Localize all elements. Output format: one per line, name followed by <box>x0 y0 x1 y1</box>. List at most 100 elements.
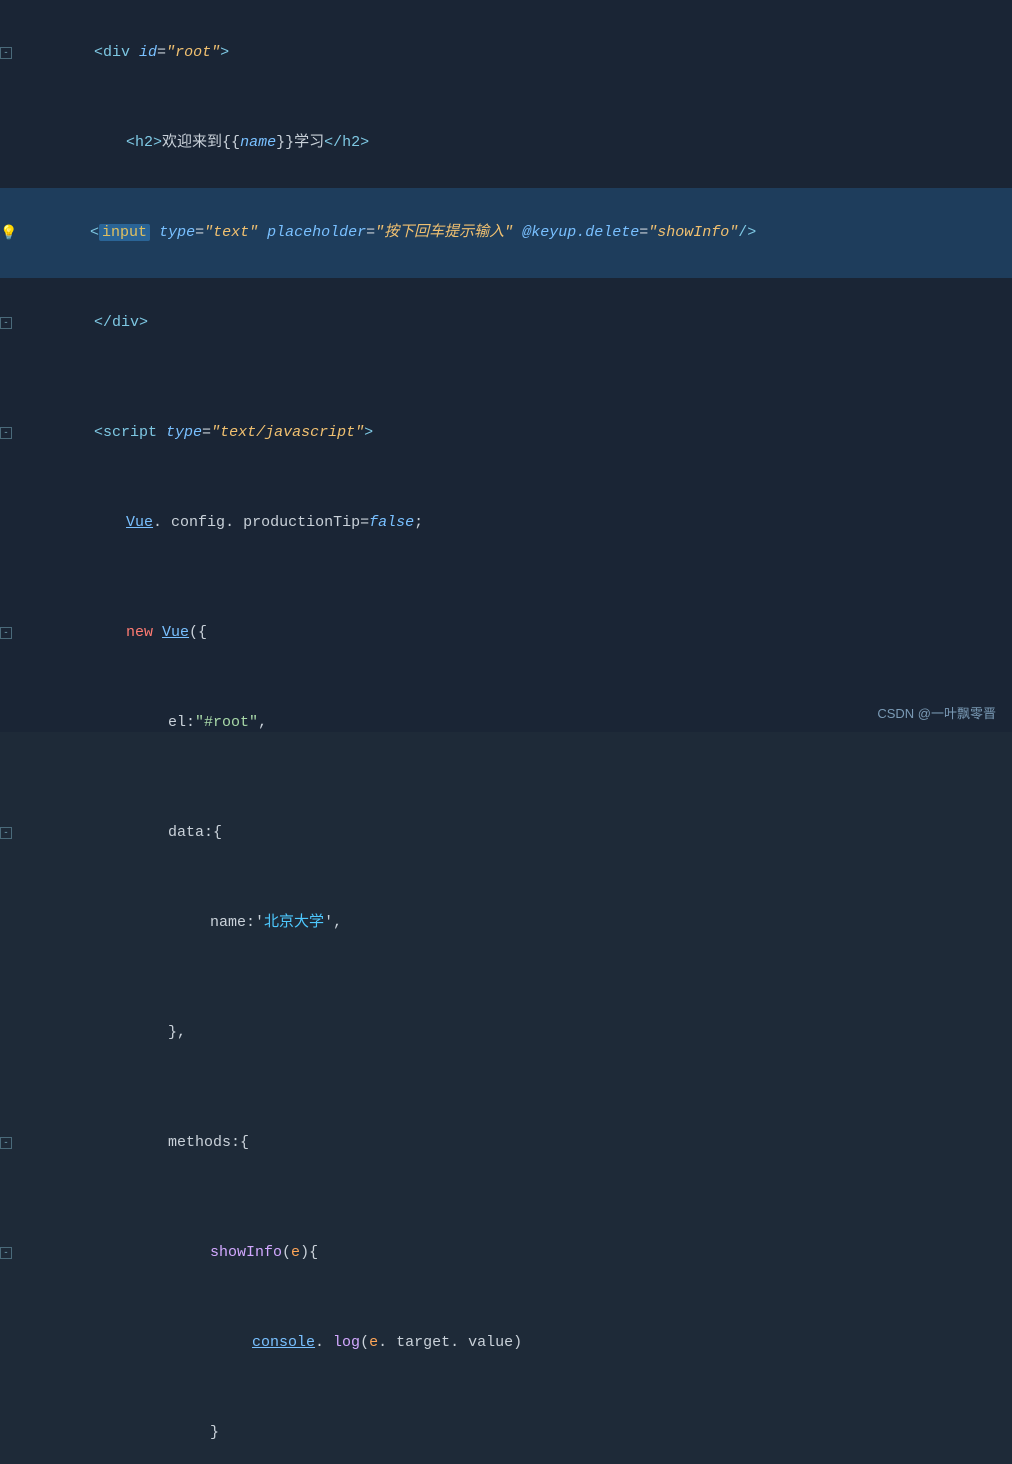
gutter-6: - <box>0 427 28 439</box>
space2 <box>258 224 267 241</box>
gutter-1: - <box>0 47 28 59</box>
colon4: :{ <box>231 1134 249 1151</box>
space3 <box>513 224 522 241</box>
config-prop: config <box>171 514 225 531</box>
mustache-open: {{ <box>222 134 240 151</box>
self-close: /> <box>738 224 756 241</box>
gutter-4: - <box>0 317 28 329</box>
name-prop: name <box>210 914 246 931</box>
vue-class2: Vue <box>162 624 189 641</box>
line-content-13: name:'北京大学', <box>28 878 342 968</box>
line-content-15: }, <box>28 988 186 1078</box>
quote-close: ', <box>324 914 342 931</box>
tag-close-bracket: > <box>220 44 229 61</box>
log-method: log <box>333 1334 360 1351</box>
gutter-3: 💡 <box>0 225 28 242</box>
line-content-12: data:{ <box>28 788 222 878</box>
code-line-20: console. log(e. target. value) <box>0 1298 1012 1388</box>
code-line-16 <box>0 1078 1012 1098</box>
code-line-18 <box>0 1188 1012 1208</box>
fold-icon-6[interactable]: - <box>0 427 12 439</box>
line-content-6: <script type="text/javascript"> <box>28 388 373 478</box>
space <box>150 224 159 241</box>
code-line-15: }, <box>0 988 1012 1078</box>
code-line-3: 💡 <input type="text" placeholder="按下回车提示… <box>0 188 1012 278</box>
new-kw: new <box>126 624 162 641</box>
line-content-10: el:"#root", <box>28 678 267 768</box>
code-line-13: name:'北京大学', <box>0 878 1012 968</box>
methods-prop: methods <box>168 1134 231 1151</box>
eq6: = <box>360 514 369 531</box>
fold-icon-12[interactable]: - <box>0 827 12 839</box>
vue-class: Vue <box>126 514 153 531</box>
attr-root: "root" <box>166 44 220 61</box>
code-editor: - <div id="root"> <h2>欢迎来到{{name}}学习</h2… <box>0 0 1012 732</box>
comma1: , <box>258 714 267 731</box>
paren4: ( <box>360 1334 369 1351</box>
colon1: : <box>186 714 195 731</box>
eq: = <box>157 44 166 61</box>
line-content-2: <h2>欢迎来到{{name}}学习</h2> <box>28 98 369 188</box>
code-line-5 <box>0 368 1012 388</box>
paren5: ) <box>513 1334 522 1351</box>
eq5: = <box>202 424 211 441</box>
dot2: . <box>225 514 243 531</box>
code-line-1: - <div id="root"> <box>0 8 1012 98</box>
code-line-7: Vue. config. productionTip=false; <box>0 478 1012 568</box>
eq2: = <box>195 224 204 241</box>
placeholder-val: "按下回车提示输入" <box>375 224 513 241</box>
data-close: }, <box>168 1024 186 1041</box>
code-line-8 <box>0 568 1012 588</box>
tag-open: <div <box>94 44 139 61</box>
colon2: :{ <box>204 824 222 841</box>
fold-icon-19[interactable]: - <box>0 1247 12 1259</box>
fold-icon-17[interactable]: - <box>0 1137 12 1149</box>
gutter-17: - <box>0 1137 28 1149</box>
eq4: = <box>639 224 648 241</box>
fold-icon-4[interactable]: - <box>0 317 12 329</box>
method-close: } <box>210 1424 219 1441</box>
fold-icon-1[interactable]: - <box>0 47 12 59</box>
lt-bracket: < <box>90 224 99 241</box>
watermark: CSDN @一叶飘零晋 <box>877 703 996 722</box>
name-val: 北京大学 <box>264 914 324 931</box>
code-line-17: - methods:{ <box>0 1098 1012 1188</box>
line-content-9: new Vue({ <box>28 588 207 678</box>
data-prop: data <box>168 824 204 841</box>
h2-text2: 学习 <box>294 134 324 151</box>
line-content-17: methods:{ <box>28 1098 249 1188</box>
fold-icon-9[interactable]: - <box>0 627 12 639</box>
name-var: name <box>240 134 276 151</box>
type-text: "text" <box>204 224 258 241</box>
code-line-21: } <box>0 1388 1012 1464</box>
attr-id: id <box>139 44 157 61</box>
code-line-11 <box>0 768 1012 788</box>
code-line-4: - </div> <box>0 278 1012 368</box>
colon3: :' <box>246 914 264 931</box>
line-content-19: showInfo(e){ <box>28 1208 318 1298</box>
dot4: . <box>378 1334 396 1351</box>
dot5: . <box>450 1334 468 1351</box>
show-info-val: "showInfo" <box>648 224 738 241</box>
type-attr: type <box>159 224 195 241</box>
h2-close: </h2> <box>324 134 369 151</box>
value-prop: value <box>468 1334 513 1351</box>
code-line-2: <h2>欢迎来到{{name}}学习</h2> <box>0 98 1012 188</box>
eq3: = <box>366 224 375 241</box>
div-close: </div> <box>94 314 148 331</box>
dot1: . <box>153 514 171 531</box>
paren-open: ({ <box>189 624 207 641</box>
show-info-method: showInfo <box>210 1244 282 1261</box>
line-content-20: console. log(e. target. value) <box>28 1298 522 1388</box>
e-param2: e <box>369 1334 378 1351</box>
keyup-handler: @keyup.delete <box>522 224 639 241</box>
line-content-1: <div id="root"> <box>28 8 229 98</box>
code-line-6: - <script type="text/javascript"> <box>0 388 1012 478</box>
semi: ; <box>414 514 423 531</box>
script-gt: > <box>364 424 373 441</box>
code-line-12: - data:{ <box>0 788 1012 878</box>
gutter-12: - <box>0 827 28 839</box>
line-content-7: Vue. config. productionTip=false; <box>28 478 423 568</box>
input-tag: input <box>99 224 150 241</box>
target-prop: target <box>396 1334 450 1351</box>
